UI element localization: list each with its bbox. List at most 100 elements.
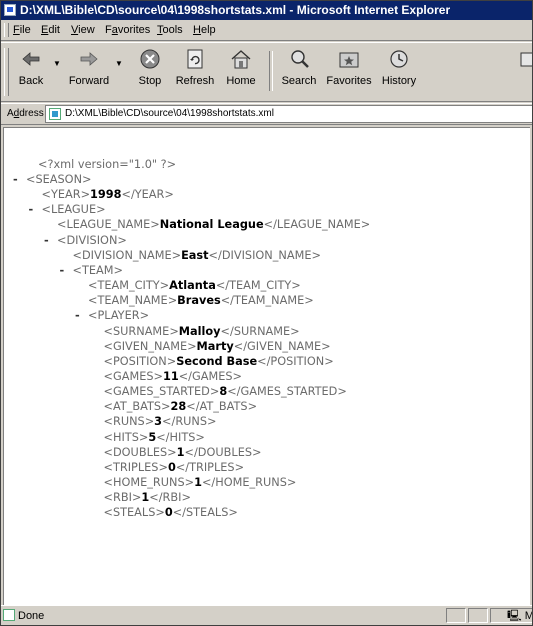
xml-line: <HITS>5</HITS>	[104, 430, 205, 445]
status-text: Done	[18, 610, 45, 622]
back-arrow-icon	[19, 47, 43, 71]
xml-close-tag: </AT_BATS>	[186, 400, 258, 414]
forward-label: Forward	[68, 75, 110, 87]
collapse-toggle[interactable]: -	[75, 308, 80, 323]
menu-file[interactable]: File	[13, 20, 31, 41]
mail-button-partial[interactable]	[515, 47, 532, 97]
xml-line: <RBI>1</RBI>	[104, 490, 191, 505]
collapse-toggle[interactable]: -	[13, 172, 18, 187]
menu-tools[interactable]: Tools	[157, 20, 183, 41]
xml-close-tag: </GAMES>	[178, 369, 242, 383]
xml-open-tag: <SURNAME>	[103, 324, 179, 338]
address-bar: Address D:\XML\Bible\CD\source\04\1998sh…	[1, 103, 532, 125]
back-button[interactable]: Back	[11, 47, 51, 97]
xml-line[interactable]: - <DIVISION>	[44, 233, 127, 248]
xml-close-tag: </STEALS>	[172, 506, 238, 520]
xml-open-tag: <RBI>	[103, 491, 142, 505]
title-bar[interactable]: D:\XML\Bible\CD\source\04\1998shortstats…	[1, 1, 532, 20]
xml-line: <TEAM_CITY>Atlanta</TEAM_CITY>	[88, 278, 301, 293]
xml-value: Atlanta	[169, 279, 216, 293]
back-label: Back	[18, 75, 44, 87]
xml-open-tag: <TEAM>	[72, 263, 123, 277]
xml-open-tag: <LEAGUE>	[41, 203, 106, 217]
collapse-toggle[interactable]: -	[60, 263, 65, 278]
browser-window: D:\XML\Bible\CD\source\04\1998shortstats…	[0, 0, 533, 626]
xml-open-tag: <HITS>	[103, 430, 149, 444]
xml-line: <AT_BATS>28</AT_BATS>	[104, 399, 258, 414]
xml-close-tag: </HOME_RUNS>	[201, 476, 297, 489]
forward-button[interactable]: Forward	[65, 47, 113, 97]
home-icon	[229, 47, 253, 71]
xml-open-tag: <RUNS>	[103, 415, 155, 429]
xml-line[interactable]: - <LEAGUE>	[29, 202, 106, 217]
refresh-icon	[183, 47, 207, 71]
xml-close-tag: </TEAM_CITY>	[215, 279, 301, 293]
xml-line: <RUNS>3</RUNS>	[104, 414, 217, 429]
menu-grip[interactable]	[4, 23, 9, 37]
xml-value: 1	[194, 476, 202, 489]
xml-close-tag: </TRIPLES>	[175, 460, 245, 474]
xml-line[interactable]: - <PLAYER>	[75, 308, 149, 323]
history-label: History	[381, 75, 417, 87]
favorites-button[interactable]: Favorites	[323, 47, 375, 97]
mail-icon	[518, 47, 532, 71]
xml-close-tag: </YEAR>	[121, 188, 174, 202]
xml-close-tag: </GIVEN_NAME>	[233, 339, 331, 353]
collapse-toggle[interactable]: -	[44, 233, 49, 248]
xml-open-tag: <AT_BATS>	[103, 400, 171, 414]
xml-close-tag: </DIVISION_NAME>	[208, 248, 321, 262]
xml-value: 1998	[90, 188, 122, 202]
xml-open-tag: <POSITION>	[103, 354, 177, 368]
favorites-icon	[337, 47, 361, 71]
menu-edit[interactable]: Edit	[41, 20, 60, 41]
menu-file-rest: ile	[19, 24, 31, 36]
search-label: Search	[281, 75, 317, 87]
xml-value: 1	[176, 445, 185, 459]
xml-line: <TRIPLES>0</TRIPLES>	[104, 460, 245, 475]
window-title: D:\XML\Bible\CD\source\04\1998shortstats…	[20, 3, 451, 17]
xml-open-tag: <DIVISION>	[57, 233, 127, 247]
xml-value: 11	[162, 369, 179, 383]
xml-open-tag: <GAMES>	[103, 369, 163, 383]
history-icon	[387, 47, 411, 71]
toolbar-grip[interactable]	[4, 48, 9, 96]
computer-zone-icon: 🖳	[507, 610, 522, 622]
home-button[interactable]: Home	[221, 47, 261, 97]
xml-open-tag: <GAMES_STARTED>	[103, 385, 220, 399]
xml-value: 28	[170, 400, 187, 414]
xml-line: <GIVEN_NAME>Marty</GIVEN_NAME>	[104, 339, 331, 354]
refresh-button[interactable]: Refresh	[173, 47, 217, 97]
xml-line[interactable]: - <TEAM>	[60, 263, 123, 278]
xml-line: <DIVISION_NAME>East</DIVISION_NAME>	[73, 248, 321, 263]
xml-value: Malloy	[178, 324, 221, 338]
xml-open-tag: <STEALS>	[103, 506, 165, 520]
menu-help[interactable]: Help	[193, 20, 216, 41]
xml-value: Second Base	[176, 354, 258, 368]
menu-view[interactable]: View	[71, 20, 95, 41]
stop-button[interactable]: Stop	[131, 47, 169, 97]
xml-line: <GAMES>11</GAMES>	[104, 369, 242, 384]
forward-arrow-icon	[77, 47, 101, 71]
xml-line: <TEAM_NAME>Braves</TEAM_NAME>	[88, 293, 314, 308]
forward-dropdown-icon[interactable]: ▼	[115, 59, 123, 68]
xml-close-tag: </POSITION>	[257, 354, 334, 368]
search-button[interactable]: Search	[277, 47, 321, 97]
history-button[interactable]: History	[377, 47, 421, 97]
zone-text: 🖳 My	[507, 607, 532, 625]
xml-open-tag: <HOME_RUNS>	[103, 476, 195, 489]
collapse-toggle[interactable]: -	[29, 202, 34, 217]
back-dropdown-icon[interactable]: ▼	[53, 59, 61, 68]
xml-close-tag: </TEAM_NAME>	[220, 294, 314, 308]
ie-document-icon[interactable]	[4, 4, 16, 16]
xml-line[interactable]: - <SEASON>	[13, 172, 91, 187]
xml-document-view[interactable]: <?xml version="1.0" ?> - <SEASON> <YEAR>19…	[3, 127, 530, 605]
xml-close-tag: </DOUBLES>	[184, 445, 262, 459]
address-input[interactable]: D:\XML\Bible\CD\source\04\1998shortstats…	[45, 105, 532, 123]
xml-open-tag: <YEAR>	[41, 188, 91, 202]
xml-close-tag: </RUNS>	[162, 415, 217, 429]
xml-open-tag: <DIVISION_NAME>	[72, 248, 182, 262]
done-page-icon	[3, 609, 15, 621]
xml-open-tag: <TEAM_CITY>	[88, 279, 170, 293]
menu-favorites[interactable]: Favorites	[105, 20, 150, 41]
xml-value: East	[181, 248, 209, 262]
